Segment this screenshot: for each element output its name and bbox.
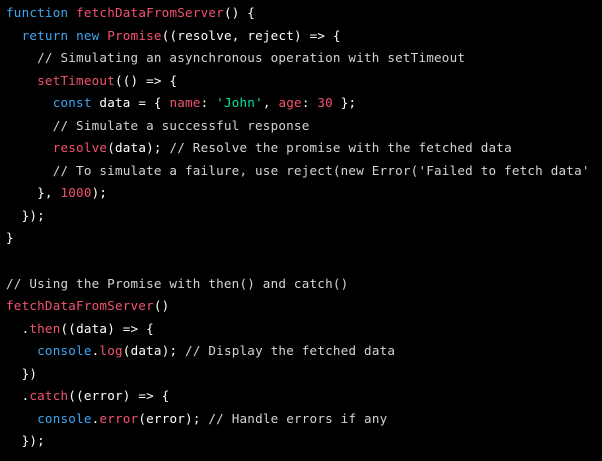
code-line: return new Promise((resolve, reject) => … xyxy=(0,25,602,48)
code-line: console.error(error); // Handle errors i… xyxy=(0,408,602,431)
code-token-default: }; xyxy=(332,95,357,111)
code-token-default: , xyxy=(262,95,279,111)
code-token-keyword: new xyxy=(76,27,100,43)
code-token-keyword: console xyxy=(37,410,92,426)
code-token-default: }, xyxy=(6,185,61,201)
code-token-default xyxy=(6,343,37,358)
code-token-default: }); xyxy=(6,433,45,449)
code-line: }, 1000); xyxy=(0,182,602,205)
code-token-default xyxy=(6,28,22,43)
code-token-default: (() => { xyxy=(114,72,178,88)
code-line: // Simulating an asynchronous operation … xyxy=(0,47,602,70)
code-token-function: fetchDataFromServer xyxy=(6,298,154,314)
code-token-keyword: function xyxy=(6,5,69,20)
code-token-string: 'John' xyxy=(216,95,263,111)
code-token-keyword: return xyxy=(21,27,69,43)
code-token-keyword: const xyxy=(52,95,92,111)
code-line: const data = { name: 'John', age: 30 }; xyxy=(0,92,602,115)
code-token-default: ((error) => { xyxy=(68,388,170,404)
code-token-default xyxy=(6,411,37,426)
code-line: setTimeout(() => { xyxy=(0,70,602,93)
code-line: fetchDataFromServer() xyxy=(0,295,602,318)
code-token-default: . xyxy=(6,388,30,404)
code-token-function: fetchDataFromServer xyxy=(76,5,224,20)
code-token-default xyxy=(68,28,76,43)
code-token-default xyxy=(68,5,76,20)
code-token-function: resolve xyxy=(52,140,108,156)
code-token-property: name xyxy=(169,95,201,111)
code-token-comment: // Handle errors if any xyxy=(208,410,388,426)
code-token-default xyxy=(6,140,53,155)
code-line: resolve(data); // Resolve the promise wi… xyxy=(0,137,602,160)
code-line: }); xyxy=(0,205,602,228)
code-token-default: }) xyxy=(6,365,38,381)
code-token-default: }); xyxy=(6,207,45,223)
code-token-default: () { xyxy=(223,5,256,20)
code-token-function: log xyxy=(99,343,123,359)
code-token-keyword: console xyxy=(37,343,92,359)
code-token-function: setTimeout xyxy=(37,72,115,88)
code-line: function fetchDataFromServer() { xyxy=(0,2,602,25)
code-token-default: ((data) => { xyxy=(60,320,154,336)
code-line: console.log(data); // Display the fetche… xyxy=(0,340,602,363)
code-line: }); xyxy=(0,430,602,453)
code-token-function: error xyxy=(99,410,139,426)
code-token-default: ); xyxy=(91,185,108,201)
code-token-default: . xyxy=(6,320,30,336)
code-token-comment: // Display the fetched data xyxy=(185,343,396,359)
code-token-comment: // Resolve the promise with the fetched … xyxy=(169,140,512,156)
code-token-function: catch xyxy=(29,388,69,404)
code-token-comment: // Using the Promise with then() and cat… xyxy=(6,275,349,291)
code-token-default: (data); xyxy=(107,140,170,156)
code-token-function: Promise xyxy=(107,27,162,43)
code-editor: function fetchDataFromServer() { return … xyxy=(0,0,602,461)
code-token-default: data = { xyxy=(91,95,170,111)
code-token-default: } xyxy=(6,230,14,246)
code-token-comment: // To simulate a failure, use reject(new… xyxy=(6,162,590,178)
code-line: .catch((error) => { xyxy=(0,385,602,408)
code-line: .then((data) => { xyxy=(0,318,602,341)
code-line: // Simulate a successful response xyxy=(0,115,602,138)
code-token-number: 30 xyxy=(317,95,333,111)
code-token-default: (data); xyxy=(122,343,186,359)
code-token-default: ((resolve, reject) => { xyxy=(161,27,341,43)
code-line: // To simulate a failure, use reject(new… xyxy=(0,160,602,183)
code-token-function: then xyxy=(29,320,61,336)
code-token-default xyxy=(6,73,37,88)
code-lines: function fetchDataFromServer() { return … xyxy=(0,2,602,453)
code-token-default: () xyxy=(153,298,170,314)
code-token-default xyxy=(6,95,53,110)
code-line: }) xyxy=(0,363,602,386)
code-token-comment: // Simulating an asynchronous operation … xyxy=(6,50,466,66)
code-line: } xyxy=(0,227,602,250)
code-token-default: : xyxy=(301,95,318,111)
code-token-property: age xyxy=(278,95,302,111)
code-token-default: : xyxy=(200,95,217,111)
code-token-comment: // Simulate a successful response xyxy=(6,117,310,133)
code-token-number: 1000 xyxy=(60,185,92,201)
code-line: // Using the Promise with then() and cat… xyxy=(0,273,602,296)
code-token-default: (error); xyxy=(138,410,209,426)
